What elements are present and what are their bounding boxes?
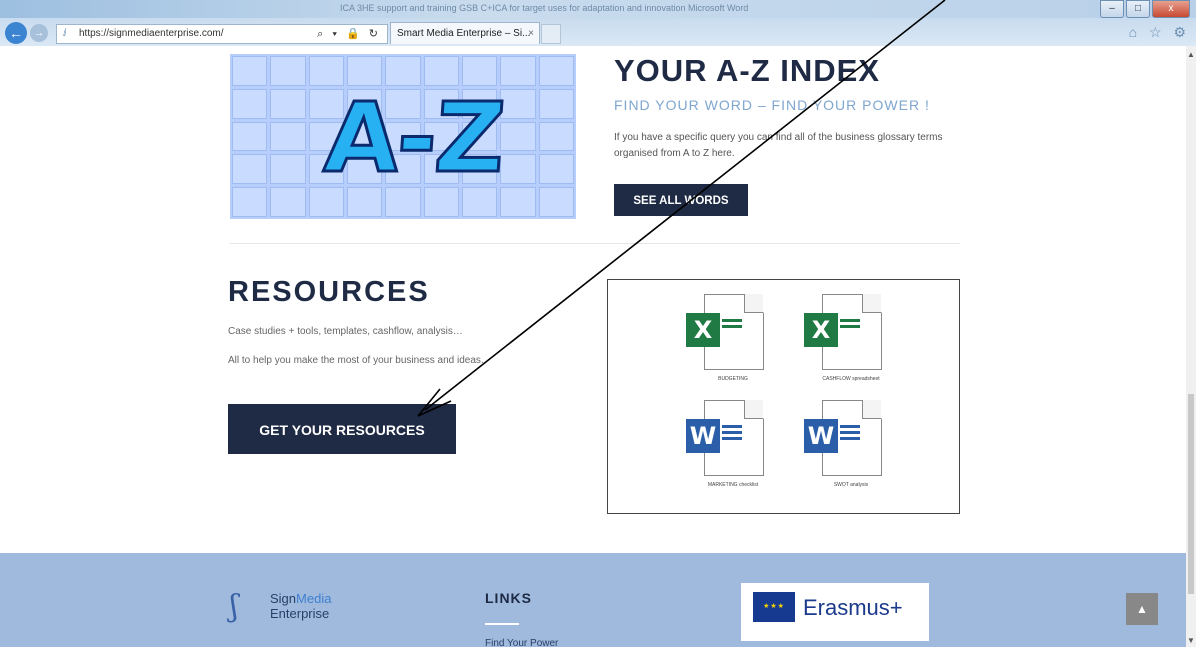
- logo-media: Media: [296, 591, 332, 606]
- address-url[interactable]: https://signmediaenterprise.com/: [79, 28, 224, 39]
- site-favicon-icon: ⅈ: [63, 28, 67, 39]
- forward-arrow-icon: →: [33, 27, 45, 39]
- site-footer: ʃ SignMedia Enterprise LINKS Find Your P…: [0, 553, 1186, 647]
- tab-title: Smart Media Enterprise – Si...: [397, 28, 531, 39]
- close-window-button[interactable]: x: [1152, 0, 1190, 18]
- resources-description-1: Case studies + tools, templates, cashflo…: [228, 326, 463, 337]
- erasmus-logo: ★★★ Erasmus+: [741, 583, 929, 641]
- window-controls: – □ x: [1100, 0, 1190, 18]
- scroll-down-icon[interactable]: ▼: [1186, 636, 1196, 645]
- section-divider: [230, 243, 960, 244]
- browser-toolbar-icons[interactable]: ⌂ ☆ ⚙: [1129, 24, 1190, 41]
- see-all-words-button[interactable]: SEE ALL WORDS: [614, 184, 748, 216]
- logo-enterprise: Enterprise: [270, 606, 330, 621]
- vertical-scrollbar[interactable]: ▲ ▼: [1186, 46, 1196, 647]
- back-button[interactable]: ←: [5, 22, 27, 44]
- page-content: A-Z YOUR A-Z INDEX FIND YOUR WORD – FIND…: [0, 46, 1186, 647]
- file-caption: MARKETING checklist: [707, 482, 759, 488]
- az-index-subtitle: FIND YOUR WORD – FIND YOUR POWER !: [614, 97, 930, 113]
- file-caption: BUDGETING: [718, 376, 748, 382]
- address-tools[interactable]: ⌕ ▾ 🔒 ↻: [317, 25, 381, 43]
- back-arrow-icon: ←: [9, 25, 23, 41]
- get-your-resources-button[interactable]: GET YOUR RESOURCES: [228, 404, 456, 454]
- logo-text: SignMedia Enterprise: [270, 591, 331, 621]
- address-bar[interactable]: ⅈ https://signmediaenterprise.com/ ⌕ ▾ 🔒 …: [56, 24, 388, 44]
- footer-link-find-your-power[interactable]: Find Your Power: [485, 638, 558, 647]
- eu-flag-icon: ★★★: [753, 592, 795, 622]
- logo-hand-icon: ʃ: [230, 589, 239, 624]
- navigation-bar: ← → ⅈ https://signmediaenterprise.com/ ⌕ …: [0, 20, 1196, 46]
- footer-links-title: LINKS: [485, 590, 532, 606]
- az-index-image[interactable]: A-Z: [230, 54, 576, 219]
- back-to-top-button[interactable]: ▲: [1126, 593, 1158, 625]
- scroll-up-icon[interactable]: ▲: [1186, 50, 1196, 59]
- tab-close-icon[interactable]: ×: [528, 23, 534, 44]
- logo-sign: Sign: [270, 591, 297, 606]
- window-titlebar: ICA 3HE support and training GSB C+ICA f…: [0, 0, 1196, 18]
- az-image-letters: A-Z: [320, 81, 509, 196]
- az-index-title: YOUR A-Z INDEX: [614, 53, 881, 88]
- signmedia-logo[interactable]: ʃ SignMedia Enterprise: [230, 583, 360, 633]
- footer-links-underline: [485, 623, 519, 625]
- resources-description-2: All to help you make the most of your bu…: [228, 355, 484, 366]
- new-tab-button[interactable]: [541, 24, 561, 44]
- maximize-button[interactable]: □: [1126, 0, 1150, 18]
- scrollbar-thumb[interactable]: [1188, 394, 1194, 594]
- forward-button[interactable]: →: [30, 24, 48, 42]
- resources-files-image[interactable]: X BUDGETING X CASHFLOW spreadsheet W MAR…: [607, 279, 960, 514]
- browser-chrome: ICA 3HE support and training GSB C+ICA f…: [0, 0, 1196, 46]
- browser-tab[interactable]: Smart Media Enterprise – Si... ×: [390, 22, 540, 44]
- erasmus-text: Erasmus+: [803, 595, 903, 620]
- az-index-description: If you have a specific query you can fin…: [614, 132, 943, 159]
- minimize-button[interactable]: –: [1100, 0, 1124, 18]
- window-title: ICA 3HE support and training GSB C+ICA f…: [340, 3, 749, 13]
- file-caption: CASHFLOW spreadsheet: [822, 376, 880, 382]
- file-caption: SWOT analysis: [833, 482, 869, 488]
- resources-title: RESOURCES: [228, 276, 430, 308]
